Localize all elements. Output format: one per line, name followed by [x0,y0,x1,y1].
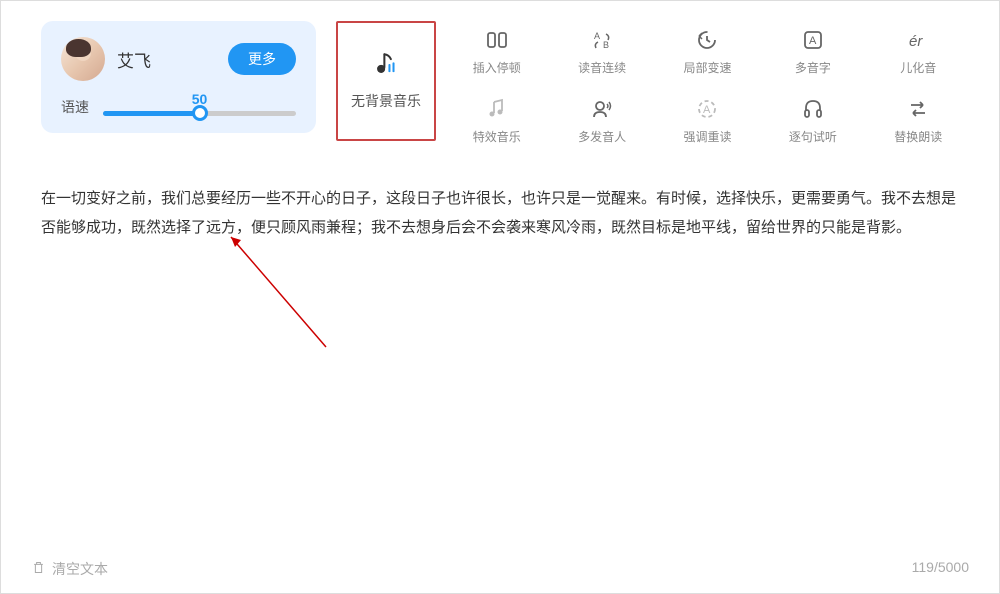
svg-text:B: B [603,40,609,50]
multi-voice-icon [589,96,615,122]
tool-erhua[interactable]: ér 儿化音 [878,27,959,76]
tool-continuous-reading[interactable]: AB 读音连续 [561,27,642,76]
speed-icon [694,27,720,53]
trash-icon [31,560,46,578]
speed-slider[interactable]: 50 [103,99,296,116]
bg-music-label: 无背景音乐 [351,91,421,111]
voice-settings-panel: 艾飞 更多 语速 50 [41,21,316,133]
text-editor[interactable]: 在一切变好之前，我们总要经历一些不开心的日子，这段日子也许很长，也许只是一觉醒来… [1,155,999,272]
music-note-icon [373,51,399,77]
emphasis-icon: A [694,96,720,122]
svg-text:A: A [594,31,600,41]
svg-text:ér: ér [909,33,923,50]
tools-grid: 插入停顿 AB 读音连续 局部变速 A 多音字 ér 儿化音 [456,21,959,145]
svg-text:A: A [809,35,817,47]
tool-effect-music[interactable]: 特效音乐 [456,96,537,145]
char-counter: 119/5000 [912,559,969,579]
headphone-icon [800,96,826,122]
pause-icon [484,27,510,53]
tool-emphasis[interactable]: A 强调重读 [667,96,748,145]
polyphone-icon: A [800,27,826,53]
voice-name: 艾飞 [117,47,216,72]
continuous-icon: AB [589,27,615,53]
tool-polyphone[interactable]: A 多音字 [772,27,853,76]
tool-insert-pause[interactable]: 插入停顿 [456,27,537,76]
more-button[interactable]: 更多 [228,43,296,75]
text-content: 在一切变好之前，我们总要经历一些不开心的日子，这段日子也许很长，也许只是一觉醒来… [41,190,956,236]
voice-avatar[interactable] [61,37,105,81]
replace-icon [905,96,931,122]
tool-sentence-preview[interactable]: 逐句试听 [772,96,853,145]
tool-replace-reading[interactable]: 替换朗读 [878,96,959,145]
speed-label: 语速 [61,97,89,117]
tool-local-speed[interactable]: 局部变速 [667,27,748,76]
erhua-icon: ér [905,27,931,53]
tool-multi-voice[interactable]: 多发音人 [561,96,642,145]
bg-music-button[interactable]: 无背景音乐 [336,21,436,141]
annotation-arrow [221,227,341,357]
clear-text-button[interactable]: 清空文本 [31,559,108,579]
effect-music-icon [484,96,510,122]
clear-label: 清空文本 [52,559,108,579]
svg-text:A: A [703,104,711,116]
